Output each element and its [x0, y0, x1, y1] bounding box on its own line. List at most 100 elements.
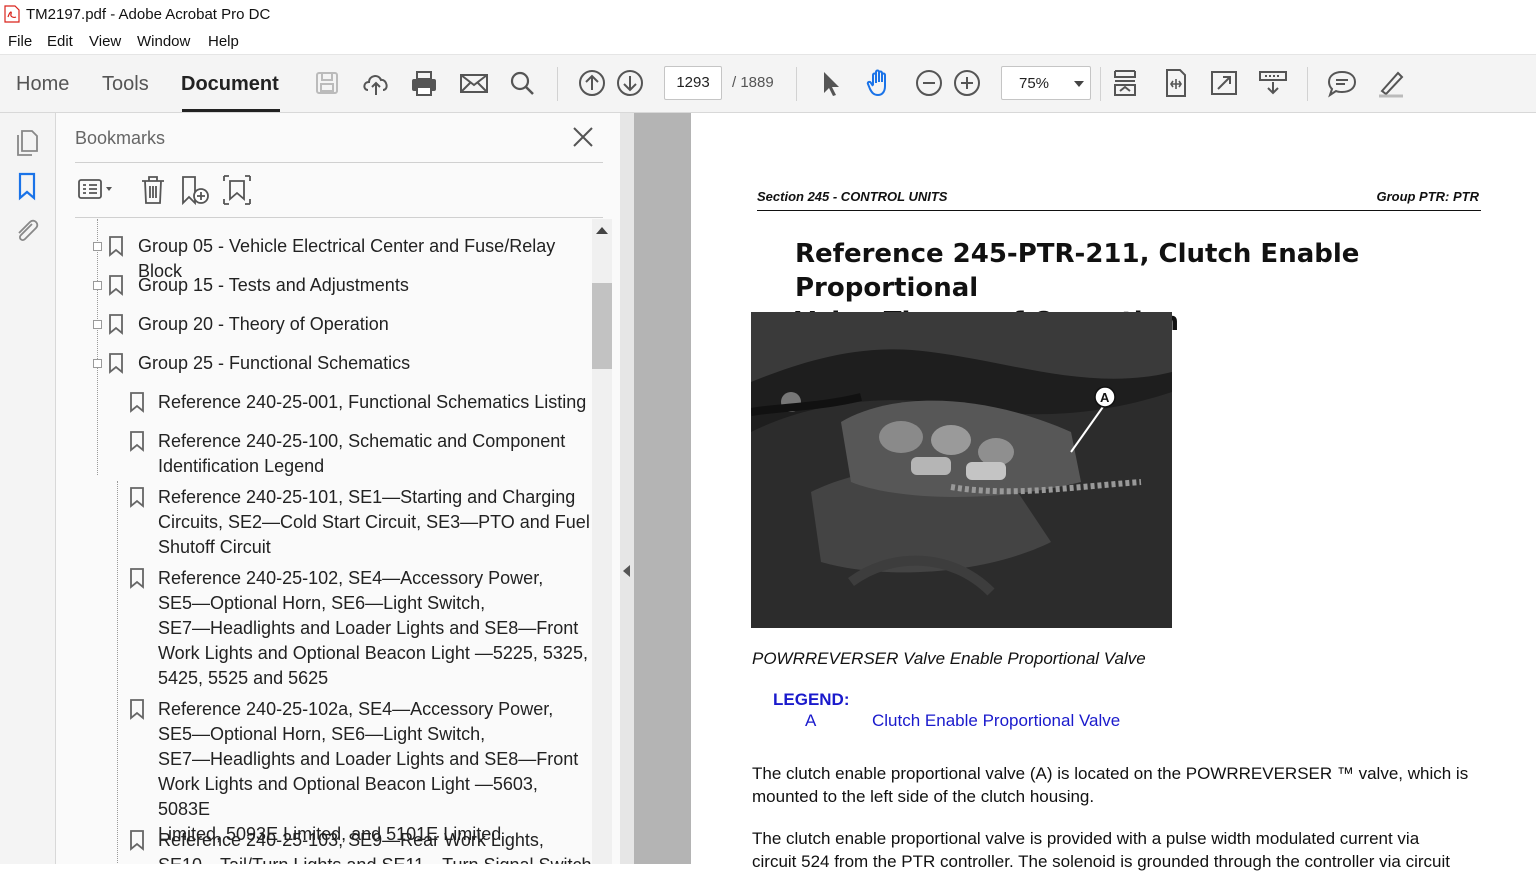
tab-document[interactable]: Document	[181, 73, 279, 96]
menu-help[interactable]: Help	[208, 33, 239, 50]
bookmark-item[interactable]: Reference 240-25-001, Functional Schemat…	[158, 390, 586, 415]
menu-file[interactable]: File	[8, 33, 32, 50]
bookmark-item[interactable]: Group 15 - Tests and Adjustments	[138, 273, 409, 298]
bookmark-item[interactable]: Group 20 - Theory of Operation	[138, 312, 389, 337]
previous-page-bottom	[691, 113, 1536, 149]
collapse-toggle[interactable]	[93, 359, 102, 368]
hand-tool-icon[interactable]	[862, 65, 898, 101]
bookmark-icon	[130, 568, 144, 589]
collapse-panel-icon[interactable]	[623, 565, 630, 577]
title-bar: TM2197.pdf - Adobe Acrobat Pro DC	[0, 0, 1536, 30]
bookmarks-scrollbar[interactable]	[592, 219, 612, 864]
rotate-page-icon[interactable]	[1157, 65, 1193, 101]
valve-photo-drawing: A	[751, 312, 1172, 628]
tab-tools[interactable]: Tools	[102, 73, 149, 96]
read-mode-icon[interactable]	[1255, 65, 1291, 101]
cloud-upload-icon[interactable]	[358, 65, 394, 101]
bookmark-line: Reference 240-25-101, SE1—Starting and C…	[158, 487, 576, 507]
zoom-out-icon[interactable]	[911, 65, 947, 101]
bookmark-line: Reference 240-25-001, Functional Schemat…	[158, 392, 587, 412]
search-icon[interactable]	[504, 65, 540, 101]
expand-toggle[interactable]	[93, 281, 102, 290]
zoom-select[interactable]: 75%	[1001, 66, 1091, 100]
expand-bookmark-icon[interactable]	[221, 173, 253, 207]
window-title: TM2197.pdf - Adobe Acrobat Pro DC	[26, 6, 271, 23]
toolbar-separator	[1307, 67, 1308, 101]
bookmark-icon	[130, 392, 144, 413]
bookmark-item[interactable]: Reference 240-25-102a, SE4—Accessory Pow…	[158, 697, 592, 847]
bookmark-line: 5425, 5525 and 5625	[158, 668, 329, 688]
bookmark-icon	[109, 236, 123, 257]
bookmark-item[interactable]: Reference 240-25-102, SE4—Accessory Powe…	[158, 566, 588, 691]
panel-title: Bookmarks	[75, 128, 166, 148]
page-number-input[interactable]: 1293	[664, 66, 722, 100]
zoom-in-icon[interactable]	[949, 65, 985, 101]
figure-caption: POWRREVERSER Valve Enable Proportional V…	[752, 649, 1146, 668]
comment-icon[interactable]	[1324, 65, 1360, 101]
bookmark-line: SE5—Optional Horn, SE6—Light Switch,	[158, 724, 486, 744]
scroll-up-arrow-icon[interactable]	[596, 227, 608, 234]
menu-edit[interactable]: Edit	[47, 33, 73, 50]
page-thumbnails-icon[interactable]	[12, 127, 42, 157]
bookmark-tree: Group 05 - Vehicle Electrical Center and…	[56, 219, 592, 864]
save-icon[interactable]	[309, 65, 345, 101]
scrolling-mode-icon[interactable]	[1107, 65, 1143, 101]
expand-toggle[interactable]	[93, 242, 102, 251]
bookmark-line: Reference 240-25-102a, SE4—Accessory Pow…	[158, 699, 554, 719]
options-menu-icon[interactable]	[77, 173, 117, 207]
bookmark-line: Reference 240-25-102, SE4—Accessory Powe…	[158, 568, 544, 588]
fullscreen-icon[interactable]	[1206, 65, 1242, 101]
active-tab-indicator	[182, 109, 280, 112]
menu-bar: File Edit View Window Help	[0, 30, 1536, 55]
section-header: Section 245 - CONTROL UNITS	[757, 189, 948, 204]
panel-splitter[interactable]	[620, 113, 634, 864]
bookmark-line: SE7—Headlights and Loader Lights and SE8…	[158, 618, 579, 638]
title-line: Reference 245-PTR-211, Clutch Enable Pro…	[795, 239, 1360, 303]
delete-bookmark-icon[interactable]	[138, 173, 168, 207]
toolbar-separator	[557, 67, 558, 101]
paragraph-line: circuit 524 from the PTR controller. The…	[752, 852, 1450, 871]
print-icon[interactable]	[406, 65, 442, 101]
bookmark-line: Work Lights and Optional Beacon Light —5…	[158, 774, 538, 819]
new-bookmark-icon[interactable]	[179, 173, 211, 207]
tree-guide	[117, 481, 118, 864]
previous-page-icon[interactable]	[574, 65, 610, 101]
bookmarks-icon[interactable]	[12, 171, 42, 201]
next-page-icon[interactable]	[612, 65, 648, 101]
menu-view[interactable]: View	[89, 33, 121, 50]
paragraph-line: The clutch enable proportional valve (A)…	[752, 764, 1469, 783]
paragraph-line: The clutch enable proportional valve is …	[752, 829, 1420, 848]
paragraph: The clutch enable proportional valve (A)…	[752, 762, 1492, 808]
zoom-value: 75%	[1019, 75, 1050, 92]
close-icon[interactable]	[571, 125, 595, 149]
tab-home[interactable]: Home	[16, 73, 69, 96]
legend-description[interactable]: Clutch Enable Proportional Valve	[872, 711, 1120, 731]
page-total: / 1889	[732, 74, 774, 91]
legend-key[interactable]: A	[805, 711, 816, 731]
photo-callout-label: A	[1100, 390, 1110, 405]
bookmark-line: Identification Legend	[158, 456, 325, 476]
tree-guide	[97, 219, 98, 475]
bookmark-line: Circuits, SE2—Cold Start Circuit, SE3—PT…	[158, 512, 590, 532]
bookmark-item[interactable]: Reference 240-25-103, SE9—Rear Work Ligh…	[158, 828, 592, 864]
scrollbar-thumb[interactable]	[592, 283, 612, 369]
menu-window[interactable]: Window	[137, 33, 190, 50]
expand-toggle[interactable]	[93, 320, 102, 329]
email-icon[interactable]	[456, 65, 492, 101]
bookmark-item[interactable]: Group 25 - Functional Schematics	[138, 351, 410, 376]
bookmark-icon	[130, 431, 144, 452]
document-viewport[interactable]: Section 245 - CONTROL UNITS Group PTR: P…	[634, 113, 1536, 871]
bookmark-item[interactable]: Reference 240-25-101, SE1—Starting and C…	[158, 485, 590, 560]
toolbar-separator	[1100, 67, 1101, 101]
bookmark-item[interactable]: Reference 240-25-100, Schematic and Comp…	[158, 429, 565, 479]
attachments-icon[interactable]	[12, 216, 42, 246]
chevron-down-icon	[1074, 81, 1084, 87]
bookmark-icon	[109, 353, 123, 374]
bookmark-line: Work Lights and Optional Beacon Light —5…	[158, 643, 588, 663]
select-cursor-icon[interactable]	[813, 65, 849, 101]
main-toolbar: Home Tools Document 1293 / 1889 75%	[0, 55, 1536, 113]
highlight-pen-icon[interactable]	[1373, 65, 1409, 101]
navigation-rail	[0, 113, 56, 864]
bookmark-line: SE10—Tail/Turn Lights and SE11—Turn Sign…	[158, 853, 592, 864]
bookmark-line: SE7—Headlights and Loader Lights and SE8…	[158, 749, 579, 769]
